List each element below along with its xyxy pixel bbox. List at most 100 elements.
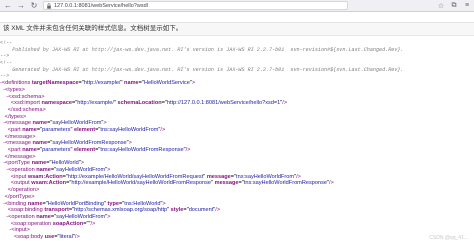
xml-line: -<types> (0, 87, 474, 94)
xml-attr-name: name (36, 167, 51, 174)
xml-tag-end: /> (329, 180, 334, 187)
xml-attr-value: http://127.0.0.1:8081/webService/hello?x… (166, 100, 281, 107)
xml-tag: <part (7, 126, 23, 133)
xml-attr-name: element (73, 126, 96, 133)
xml-comment-line: <!-- (0, 60, 13, 67)
xml-line: <xsd:import namespace="http://example/" … (0, 100, 474, 107)
xml-tree: -<definitions targetNamespace="http://ex… (0, 80, 474, 241)
xml-attr-value: sayHelloWorldFrom (56, 167, 106, 174)
lock-icon (47, 2, 51, 9)
xml-attr-value: sayHelloWorldFrom (56, 213, 106, 220)
xml-attr-value: literal (59, 233, 73, 240)
xml-tag: <soap:binding (7, 207, 45, 214)
xml-tag-end: /> (282, 100, 288, 107)
xml-tag: <input (11, 227, 27, 234)
url-text: 127.0.0.1:8081/webService/hello?wsdl (54, 2, 148, 9)
xml-tag: <output (10, 180, 32, 187)
xml-comment-line: Published by JAX-WS RI at http://jax-ws.… (0, 46, 404, 53)
xml-tag: <soap:body (14, 233, 45, 240)
xml-comment-line: <!-- (0, 40, 13, 46)
xml-line: -<input> (0, 227, 474, 234)
xml-tag: <operation (8, 213, 37, 220)
xml-line: -<operation name="sayHelloWorldFrom"> (0, 213, 111, 220)
xml-attr-value: document (188, 207, 214, 214)
xml-attr-value: http://example/HelloWorld/sayHelloWorldF… (67, 173, 204, 180)
xml-comment-line: --> (0, 53, 10, 60)
xml-line: </message> (0, 134, 474, 141)
xml-tag-end: > (128, 140, 132, 147)
xml-tag-end: > (22, 113, 27, 120)
xml-line: -<xsd:schema> (0, 94, 474, 101)
collapse-toggle[interactable]: - (0, 214, 8, 220)
xml-attr-name: message (214, 180, 239, 187)
xml-attr-value: HelloWorld (51, 160, 79, 167)
xml-tag: <message (4, 120, 33, 127)
xml-tag: <xsd:schema (8, 93, 42, 100)
xml-attr-value: parameters (42, 126, 71, 133)
xml-attr-name: soapAction (52, 220, 84, 227)
xml-attr-value: HelloWorldPortBinding (47, 200, 104, 207)
xml-tag-end: > (41, 93, 45, 100)
xml-line: <input wsam:Action="http://example/Hello… (0, 174, 474, 181)
xml-attr-name: type (107, 200, 119, 207)
xml-tag: <portType (4, 160, 32, 167)
xml-comment-line: Generated by JAX-WS RI at http://jax-ws.… (0, 66, 404, 73)
xml-tag-end: /> (74, 233, 80, 240)
xml-line: <soap:operation soapAction=""/> (0, 221, 474, 228)
xml-line: </xsd:schema> (0, 107, 474, 114)
xml-tag-end: > (162, 200, 166, 207)
xml-line: <part name="parameters" element="tns:say… (0, 147, 474, 154)
xml-attr-value: tns:sayHelloWorldFromResponse (100, 147, 184, 153)
xml-tag-end: > (42, 106, 46, 113)
xml-attr-value: http://example/ (83, 80, 121, 87)
address-bar[interactable]: 127.0.0.1:8081/webService/hello?wsdl (43, 1, 348, 10)
xml-attr-name: name (27, 200, 43, 207)
xml-tag-end: > (35, 187, 40, 194)
xml-attr-name: name (32, 120, 48, 127)
xml-attr-value: tns:sayHelloWorldFromResponse (243, 180, 328, 187)
xml-tag-end: /> (296, 173, 301, 180)
xml-attr-name: name (124, 80, 139, 87)
xml-tag: <soap:operation (10, 220, 53, 227)
xml-tag-end: > (107, 167, 111, 174)
xml-attr-name: name (36, 213, 51, 220)
xml-tag-end: > (32, 133, 36, 140)
xml-line: -<message name="sayHelloWorldFromRespons… (0, 140, 132, 147)
xml-line: -<operation name="sayHelloWorldFrom"> (0, 167, 111, 174)
collapse-toggle[interactable]: - (0, 94, 8, 100)
menu-icon[interactable]: ≡ (463, 2, 471, 10)
xml-line: -<portType name="HelloWorld"> (0, 160, 85, 167)
xml-attr-value: http://example/HelloWorld/sayHelloWorldF… (71, 180, 212, 187)
xml-attr-value: sayHelloWorldFromResponse (52, 140, 127, 147)
xml-attr-value: http://example/ (77, 100, 114, 107)
xml-attr-name: name (31, 160, 47, 167)
xml-tag: <definitions (1, 80, 32, 87)
xml-attr-name: transport (44, 207, 69, 214)
collapse-toggle[interactable]: - (0, 227, 11, 233)
xml-attr-value: HelloWorldService (143, 80, 190, 87)
xml-tag-end: /> (90, 220, 96, 227)
xml-line: <output wsam:Action="http://example/Hell… (0, 180, 474, 187)
forward-button[interactable]: → (16, 1, 26, 11)
xml-attr-name: message (206, 173, 231, 180)
xml-attr-name: name (32, 140, 48, 147)
back-button[interactable]: ← (3, 1, 13, 11)
collapse-toggle[interactable]: - (0, 167, 8, 173)
xml-tag: <xsd:import (10, 100, 42, 107)
xml-attr-name: element (73, 147, 96, 153)
reload-button[interactable]: ↻ (29, 1, 39, 11)
xml-tag-end: /> (160, 126, 166, 133)
xml-attr-value: http://schemas.xmlsoap.org/soap/http (74, 207, 168, 214)
xml-attr-value: sayHelloWorldFrom (52, 120, 102, 127)
extensions-icon[interactable]: ⧉ (450, 2, 458, 10)
xml-attr-name: style (170, 207, 184, 214)
bookmark-star-icon[interactable]: ☆ (437, 2, 445, 10)
xml-line: </types> (0, 114, 474, 121)
xml-tag: </types (4, 113, 23, 120)
xml-tag-end: > (103, 120, 107, 127)
